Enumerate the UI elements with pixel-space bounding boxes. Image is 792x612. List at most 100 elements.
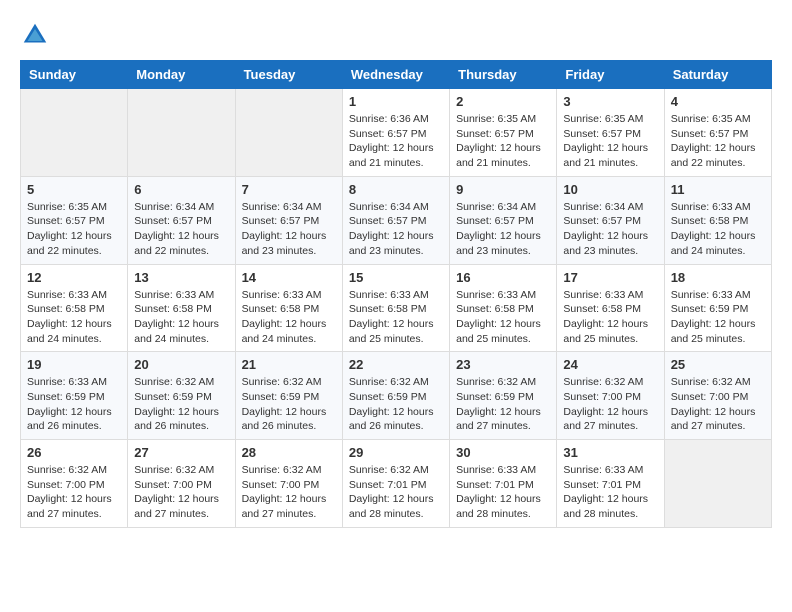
day-info: Sunrise: 6:35 AMSunset: 6:57 PMDaylight:… bbox=[671, 112, 765, 171]
calendar-cell: 16 Sunrise: 6:33 AMSunset: 6:58 PMDayligh… bbox=[450, 264, 557, 352]
calendar-cell: 2 Sunrise: 6:35 AMSunset: 6:57 PMDaylight… bbox=[450, 89, 557, 177]
calendar-header-thursday: Thursday bbox=[450, 61, 557, 89]
calendar-cell: 26 Sunrise: 6:32 AMSunset: 7:00 PMDayligh… bbox=[21, 440, 128, 528]
logo-icon bbox=[20, 20, 50, 50]
day-number: 8 bbox=[349, 182, 443, 197]
day-number: 20 bbox=[134, 357, 228, 372]
day-number: 17 bbox=[563, 270, 657, 285]
day-number: 13 bbox=[134, 270, 228, 285]
day-number: 3 bbox=[563, 94, 657, 109]
calendar-cell: 30 Sunrise: 6:33 AMSunset: 7:01 PMDayligh… bbox=[450, 440, 557, 528]
calendar-cell: 8 Sunrise: 6:34 AMSunset: 6:57 PMDaylight… bbox=[342, 176, 449, 264]
calendar-cell: 18 Sunrise: 6:33 AMSunset: 6:59 PMDayligh… bbox=[664, 264, 771, 352]
day-number: 15 bbox=[349, 270, 443, 285]
calendar-cell: 13 Sunrise: 6:33 AMSunset: 6:58 PMDayligh… bbox=[128, 264, 235, 352]
calendar-header-monday: Monday bbox=[128, 61, 235, 89]
calendar-cell bbox=[235, 89, 342, 177]
calendar-cell: 10 Sunrise: 6:34 AMSunset: 6:57 PMDayligh… bbox=[557, 176, 664, 264]
calendar-cell bbox=[128, 89, 235, 177]
day-info: Sunrise: 6:32 AMSunset: 6:59 PMDaylight:… bbox=[134, 375, 228, 434]
day-info: Sunrise: 6:32 AMSunset: 7:00 PMDaylight:… bbox=[134, 463, 228, 522]
logo bbox=[20, 20, 54, 50]
calendar-week-row: 1 Sunrise: 6:36 AMSunset: 6:57 PMDaylight… bbox=[21, 89, 772, 177]
calendar-cell: 19Sunrise: 6:33 AMSunset: 6:59 PMDayligh… bbox=[21, 352, 128, 440]
calendar-week-row: 5Sunrise: 6:35 AMSunset: 6:57 PMDaylight… bbox=[21, 176, 772, 264]
day-info: Sunrise: 6:33 AMSunset: 7:01 PMDaylight:… bbox=[563, 463, 657, 522]
calendar-cell: 3Sunrise: 6:35 AMSunset: 6:57 PMDaylight… bbox=[557, 89, 664, 177]
day-info: Sunrise: 6:33 AMSunset: 6:58 PMDaylight:… bbox=[456, 288, 550, 347]
calendar-cell: 28 Sunrise: 6:32 AMSunset: 7:00 PMDayligh… bbox=[235, 440, 342, 528]
day-number: 21 bbox=[242, 357, 336, 372]
day-number: 25 bbox=[671, 357, 765, 372]
day-info: Sunrise: 6:34 AMSunset: 6:57 PMDaylight:… bbox=[242, 200, 336, 259]
day-number: 29 bbox=[349, 445, 443, 460]
calendar-cell: 31 Sunrise: 6:33 AMSunset: 7:01 PMDayligh… bbox=[557, 440, 664, 528]
calendar-cell: 6 Sunrise: 6:34 AMSunset: 6:57 PMDaylight… bbox=[128, 176, 235, 264]
calendar-cell: 11Sunrise: 6:33 AMSunset: 6:58 PMDayligh… bbox=[664, 176, 771, 264]
calendar-header-saturday: Saturday bbox=[664, 61, 771, 89]
day-number: 14 bbox=[242, 270, 336, 285]
day-info: Sunrise: 6:34 AMSunset: 6:57 PMDaylight:… bbox=[456, 200, 550, 259]
day-number: 6 bbox=[134, 182, 228, 197]
day-info: Sunrise: 6:32 AMSunset: 7:01 PMDaylight:… bbox=[349, 463, 443, 522]
calendar-cell bbox=[664, 440, 771, 528]
day-info: Sunrise: 6:33 AMSunset: 6:58 PMDaylight:… bbox=[349, 288, 443, 347]
day-info: Sunrise: 6:32 AMSunset: 7:00 PMDaylight:… bbox=[242, 463, 336, 522]
day-info: Sunrise: 6:34 AMSunset: 6:57 PMDaylight:… bbox=[563, 200, 657, 259]
calendar-cell: 27 Sunrise: 6:32 AMSunset: 7:00 PMDayligh… bbox=[128, 440, 235, 528]
calendar-cell: 14 Sunrise: 6:33 AMSunset: 6:58 PMDayligh… bbox=[235, 264, 342, 352]
day-number: 22 bbox=[349, 357, 443, 372]
day-number: 16 bbox=[456, 270, 550, 285]
calendar-cell: 15 Sunrise: 6:33 AMSunset: 6:58 PMDayligh… bbox=[342, 264, 449, 352]
day-info: Sunrise: 6:34 AMSunset: 6:57 PMDaylight:… bbox=[134, 200, 228, 259]
day-number: 12 bbox=[27, 270, 121, 285]
day-number: 31 bbox=[563, 445, 657, 460]
day-number: 28 bbox=[242, 445, 336, 460]
day-info: Sunrise: 6:33 AMSunset: 7:01 PMDaylight:… bbox=[456, 463, 550, 522]
day-number: 4 bbox=[671, 94, 765, 109]
day-info: Sunrise: 6:32 AMSunset: 7:00 PMDaylight:… bbox=[671, 375, 765, 434]
day-info: Sunrise: 6:36 AMSunset: 6:57 PMDaylight:… bbox=[349, 112, 443, 171]
day-info: Sunrise: 6:35 AMSunset: 6:57 PMDaylight:… bbox=[456, 112, 550, 171]
day-number: 9 bbox=[456, 182, 550, 197]
day-info: Sunrise: 6:33 AMSunset: 6:58 PMDaylight:… bbox=[27, 288, 121, 347]
calendar-cell: 12 Sunrise: 6:33 AMSunset: 6:58 PMDayligh… bbox=[21, 264, 128, 352]
calendar-header-wednesday: Wednesday bbox=[342, 61, 449, 89]
calendar-cell: 17 Sunrise: 6:33 AMSunset: 6:58 PMDayligh… bbox=[557, 264, 664, 352]
calendar-cell: 4 Sunrise: 6:35 AMSunset: 6:57 PMDaylight… bbox=[664, 89, 771, 177]
day-number: 30 bbox=[456, 445, 550, 460]
day-info: Sunrise: 6:33 AMSunset: 6:59 PMDaylight:… bbox=[671, 288, 765, 347]
calendar-cell bbox=[21, 89, 128, 177]
day-info: Sunrise: 6:33 AMSunset: 6:58 PMDaylight:… bbox=[671, 200, 765, 259]
calendar-cell: 21Sunrise: 6:32 AMSunset: 6:59 PMDayligh… bbox=[235, 352, 342, 440]
day-number: 27 bbox=[134, 445, 228, 460]
calendar-header-tuesday: Tuesday bbox=[235, 61, 342, 89]
day-info: Sunrise: 6:33 AMSunset: 6:58 PMDaylight:… bbox=[563, 288, 657, 347]
calendar-header-friday: Friday bbox=[557, 61, 664, 89]
day-number: 10 bbox=[563, 182, 657, 197]
day-info: Sunrise: 6:33 AMSunset: 6:58 PMDaylight:… bbox=[242, 288, 336, 347]
calendar-cell: 9 Sunrise: 6:34 AMSunset: 6:57 PMDaylight… bbox=[450, 176, 557, 264]
calendar-header-row: SundayMondayTuesdayWednesdayThursdayFrid… bbox=[21, 61, 772, 89]
day-info: Sunrise: 6:34 AMSunset: 6:57 PMDaylight:… bbox=[349, 200, 443, 259]
day-info: Sunrise: 6:32 AMSunset: 6:59 PMDaylight:… bbox=[456, 375, 550, 434]
calendar-cell: 25 Sunrise: 6:32 AMSunset: 7:00 PMDayligh… bbox=[664, 352, 771, 440]
day-number: 2 bbox=[456, 94, 550, 109]
day-info: Sunrise: 6:32 AMSunset: 7:00 PMDaylight:… bbox=[563, 375, 657, 434]
calendar-table: SundayMondayTuesdayWednesdayThursdayFrid… bbox=[20, 60, 772, 528]
calendar-week-row: 19Sunrise: 6:33 AMSunset: 6:59 PMDayligh… bbox=[21, 352, 772, 440]
day-number: 7 bbox=[242, 182, 336, 197]
day-info: Sunrise: 6:35 AMSunset: 6:57 PMDaylight:… bbox=[27, 200, 121, 259]
page-header bbox=[20, 20, 772, 50]
calendar-week-row: 12 Sunrise: 6:33 AMSunset: 6:58 PMDayligh… bbox=[21, 264, 772, 352]
day-info: Sunrise: 6:32 AMSunset: 7:00 PMDaylight:… bbox=[27, 463, 121, 522]
calendar-cell: 22Sunrise: 6:32 AMSunset: 6:59 PMDayligh… bbox=[342, 352, 449, 440]
calendar-cell: 1 Sunrise: 6:36 AMSunset: 6:57 PMDaylight… bbox=[342, 89, 449, 177]
day-number: 18 bbox=[671, 270, 765, 285]
day-number: 1 bbox=[349, 94, 443, 109]
day-info: Sunrise: 6:33 AMSunset: 6:58 PMDaylight:… bbox=[134, 288, 228, 347]
day-number: 23 bbox=[456, 357, 550, 372]
day-number: 26 bbox=[27, 445, 121, 460]
calendar-cell: 24Sunrise: 6:32 AMSunset: 7:00 PMDayligh… bbox=[557, 352, 664, 440]
calendar-cell: 20 Sunrise: 6:32 AMSunset: 6:59 PMDayligh… bbox=[128, 352, 235, 440]
